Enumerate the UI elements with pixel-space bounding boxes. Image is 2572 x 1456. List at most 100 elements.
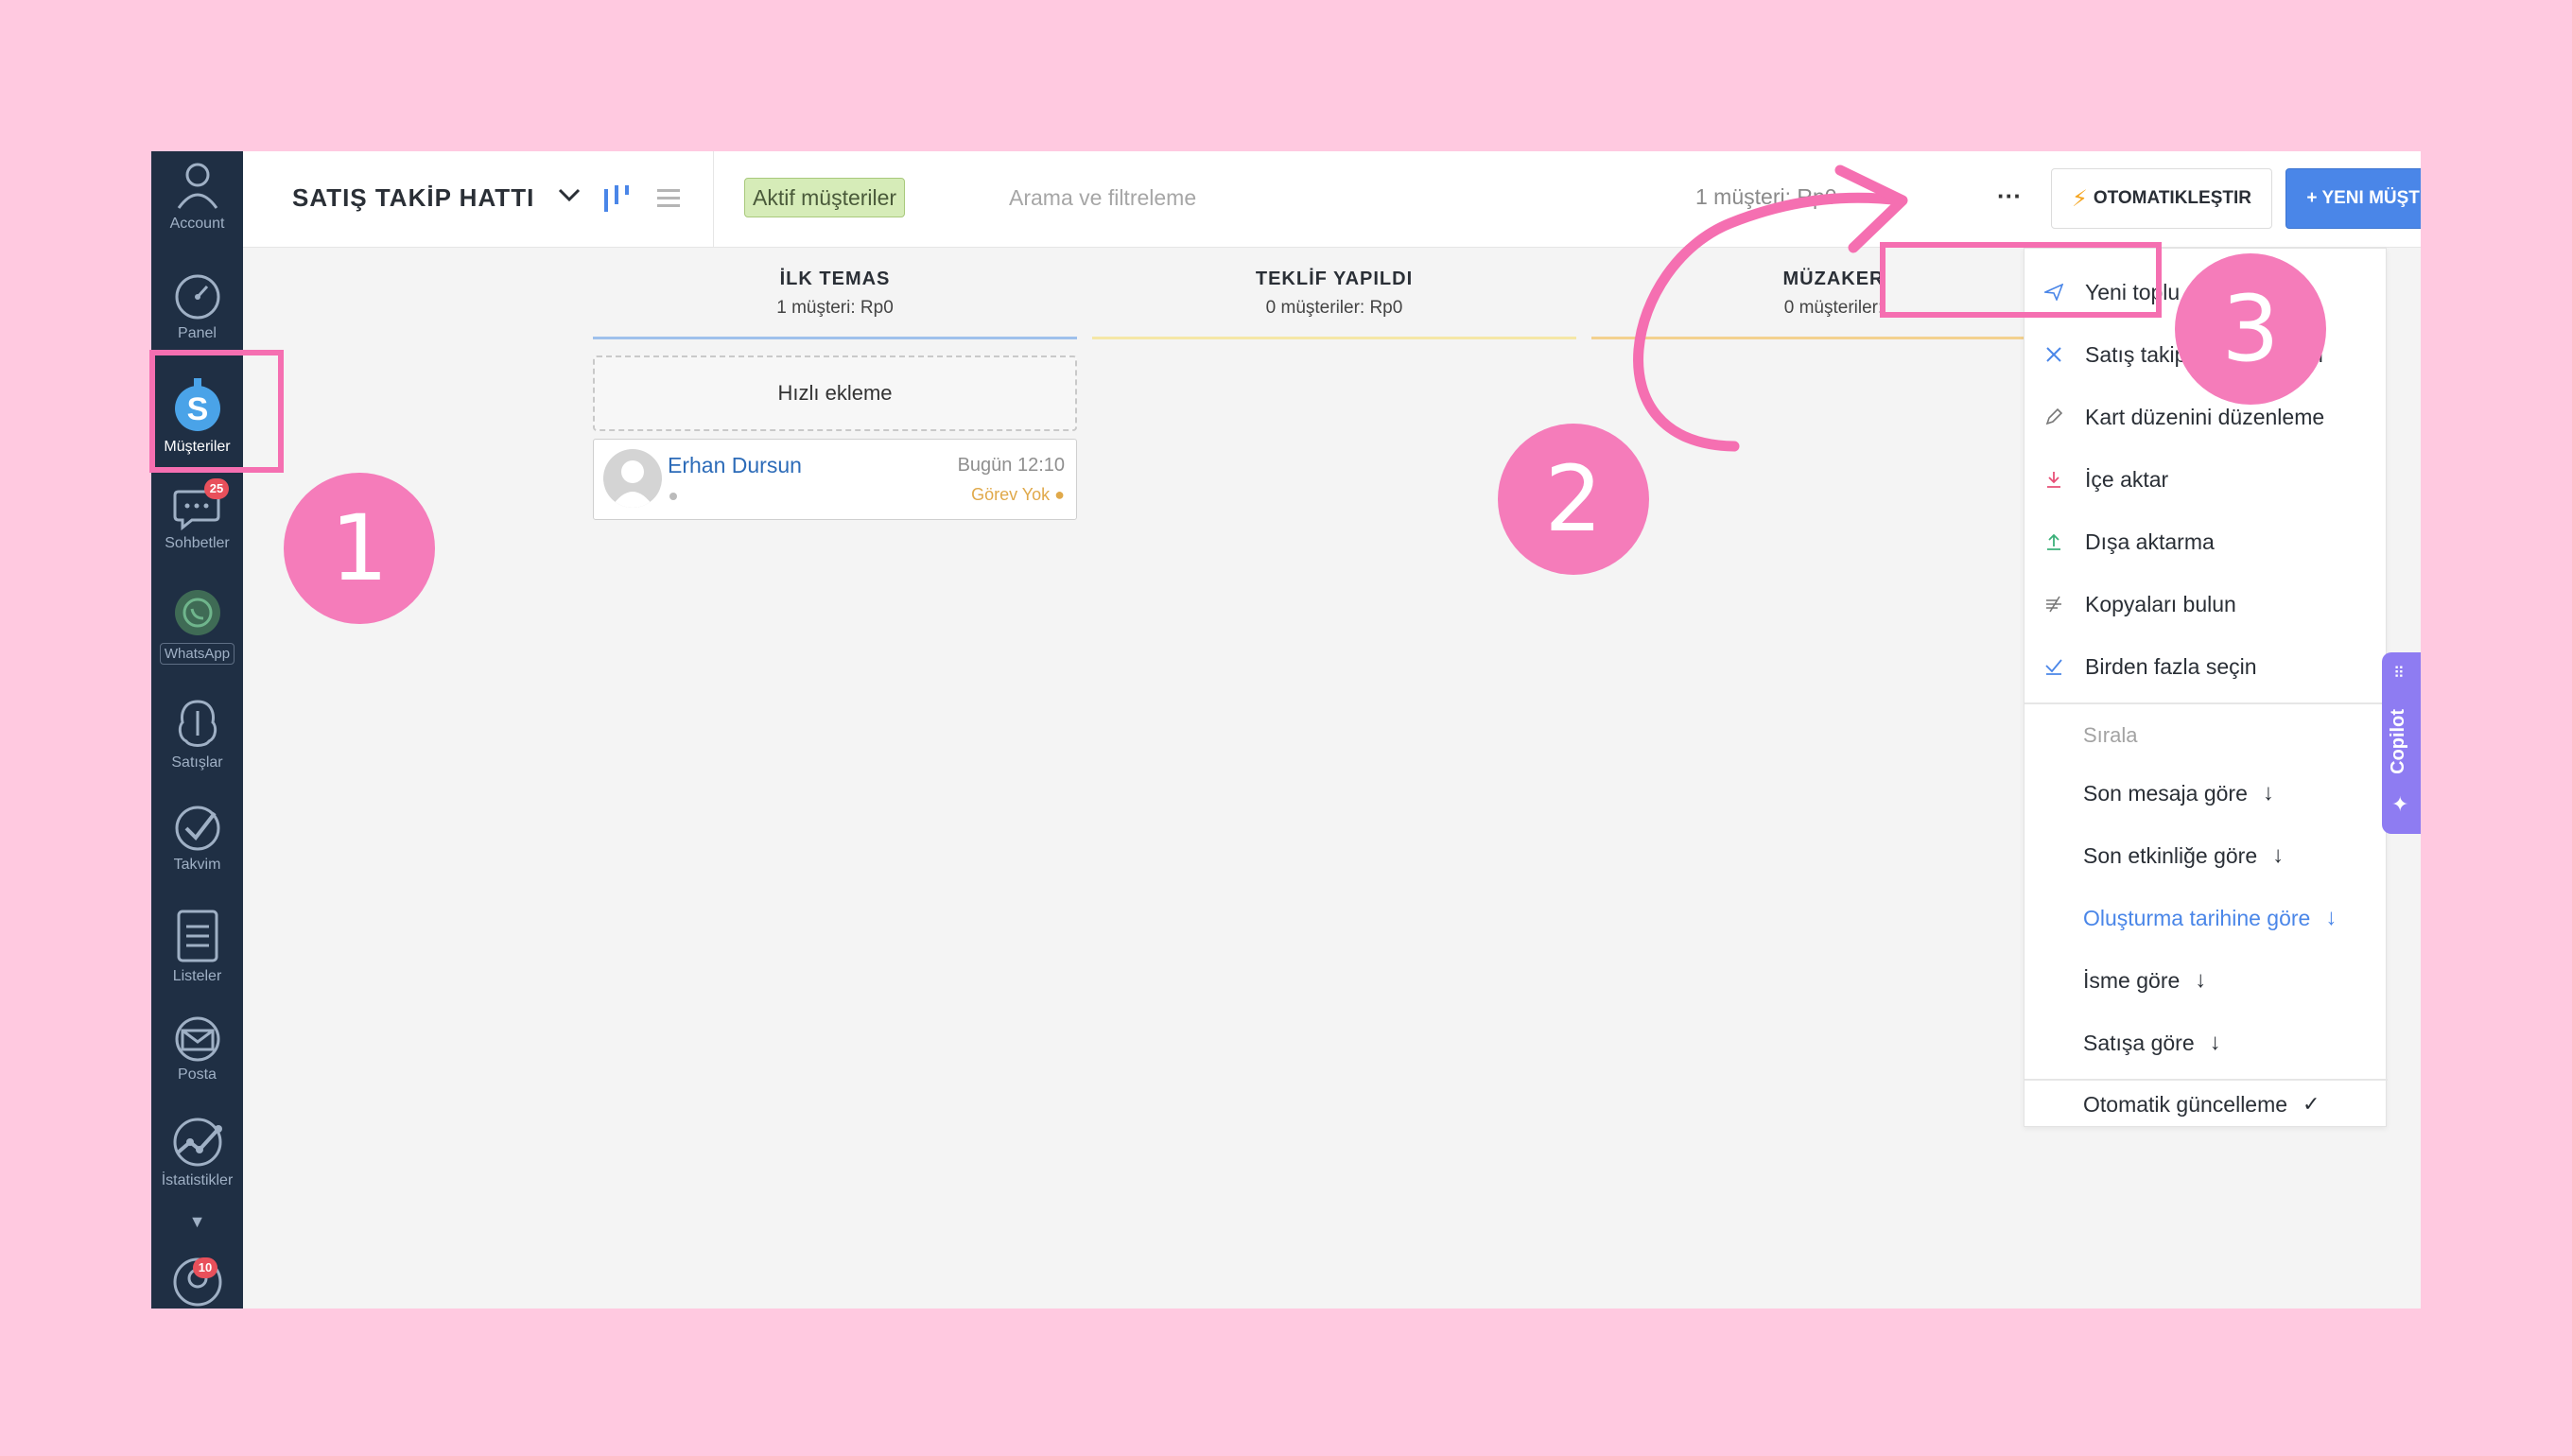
more-options-button[interactable]: ···	[1990, 180, 2028, 217]
pipeline-summary: 1 müşteri: Rp0	[1695, 184, 1837, 209]
drag-handle-icon: ⠿	[2393, 666, 2405, 682]
menu-item-find-duplicates[interactable]: Kopyaları bulun	[2025, 576, 2388, 633]
sidebar-item-label: Satışlar	[171, 754, 223, 771]
menu-item-edit-card-layout[interactable]: Kart düzenini düzenleme	[2025, 389, 2388, 445]
step-badge-2: 2	[1498, 424, 1649, 575]
arrow-down-icon: ↓	[2262, 780, 2274, 806]
customer-name[interactable]: Erhan Dursun	[668, 453, 802, 478]
menu-item-export[interactable]: Dışa aktarma	[2025, 513, 2388, 570]
menu-item-label: Kopyaları bulun	[2085, 591, 2236, 616]
sidebar-item-label: Sohbetler	[165, 535, 230, 551]
automate-label: OTOMATIKLEŞTIR	[2093, 188, 2251, 208]
highlight-box-bulk-message	[1880, 242, 2162, 318]
step-badge-3: 3	[2175, 253, 2326, 405]
column-divider	[1092, 337, 1576, 339]
chats-badge: 25	[204, 478, 229, 499]
sidebar-item-lists[interactable]: Listeler	[151, 908, 243, 985]
profile-badge: 10	[193, 1257, 217, 1278]
search-input[interactable]	[1009, 178, 1614, 217]
sidebar-item-label: Posta	[178, 1066, 217, 1083]
chevron-down-icon[interactable]	[557, 187, 582, 204]
list-view-icon[interactable]	[655, 185, 682, 212]
arrow-down-icon: ↓	[2195, 967, 2207, 993]
copilot-label: Copilot	[2388, 709, 2408, 774]
check-icon	[2025, 657, 2083, 676]
pencil-icon	[2025, 407, 2083, 426]
sidebar-item-mail[interactable]: Posta	[151, 1015, 243, 1083]
sidebar-expand-button[interactable]: ▼	[151, 1212, 243, 1232]
sidebar: Account Panel S Müşteriler 25 Sohbetler …	[151, 151, 243, 1309]
sort-by-name[interactable]: İsme göre ↓	[2025, 952, 2388, 1009]
task-status: Görev Yok ●	[971, 485, 1065, 504]
column-subtitle: 0 müşteriler: Rp0	[1265, 298, 1403, 318]
top-bar: SATIŞ TAKİP HATTI Aktif müşteriler 1 müş…	[243, 151, 2421, 248]
list-icon	[177, 910, 217, 962]
sort-by-creation-date[interactable]: Oluşturma tarihine göre ↓	[2025, 890, 2388, 946]
duplicate-icon	[2025, 595, 2083, 614]
pipeline-title[interactable]: SATIŞ TAKİP HATTI	[292, 183, 534, 213]
auto-update-toggle[interactable]: Otomatik güncelleme ✓	[2025, 1081, 2388, 1128]
statistics-icon	[173, 1118, 222, 1167]
new-customer-button[interactable]: + YENI MÜŞTERI	[2285, 168, 2421, 229]
sidebar-item-calendar[interactable]: Takvim	[151, 804, 243, 874]
sidebar-item-statistics[interactable]: İstatistikler	[151, 1116, 243, 1189]
pipeline-column-header: İLK TEMAS 1 müşteri: Rp0	[593, 269, 1077, 319]
mail-icon	[175, 1016, 219, 1062]
menu-item-label: Satışa göre	[2083, 1030, 2195, 1055]
checkmark-circle-icon	[175, 806, 219, 851]
sidebar-item-account[interactable]: Account	[151, 159, 243, 233]
menu-item-label: İsme göre	[2083, 967, 2181, 993]
quick-add-button[interactable]: Hızlı ekleme	[593, 355, 1077, 431]
active-filter-tag[interactable]: Aktif müşteriler	[744, 178, 906, 217]
chevron-down-icon: ▼	[188, 1212, 206, 1231]
sparkle-icon: ✦	[2391, 792, 2409, 816]
checkmark-icon: ✓	[2303, 1092, 2320, 1116]
automate-button[interactable]: ⚡ OTOMATIKLEŞTIR	[2051, 168, 2272, 229]
app-window: Account Panel S Müşteriler 25 Sohbetler …	[151, 151, 2421, 1309]
column-title: TEKLİF YAPILDI	[1255, 269, 1414, 289]
menu-item-label: Kart düzenini düzenleme	[2085, 404, 2325, 429]
task-status-label: Görev Yok	[971, 485, 1051, 504]
status-dot	[669, 493, 677, 500]
customer-card[interactable]: Erhan Dursun Bugün 12:10 Görev Yok ●	[593, 439, 1077, 520]
sidebar-item-whatsapp[interactable]: WhatsApp	[151, 588, 243, 665]
dashboard-icon	[175, 274, 219, 320]
sidebar-item-label: İstatistikler	[161, 1172, 234, 1188]
arrow-down-icon: ↓	[2325, 905, 2337, 930]
sidebar-profile[interactable]: 10	[151, 1254, 243, 1309]
highlight-box-customers	[149, 350, 284, 473]
arrow-down-icon: ↓	[2209, 1030, 2221, 1055]
menu-item-label: Son mesaja göre	[2083, 780, 2248, 806]
sort-header: Sırala	[2083, 723, 2138, 747]
menu-item-label: Birden fazla seçin	[2085, 653, 2257, 679]
settings-icon	[2025, 345, 2083, 364]
board-view-icon[interactable]	[602, 183, 631, 214]
whatsapp-icon	[174, 590, 220, 635]
sidebar-item-label: Panel	[178, 325, 217, 341]
menu-item-label: Son etkinliğe göre	[2083, 842, 2258, 868]
column-title: İLK TEMAS	[779, 269, 891, 289]
menu-item-label: Otomatik güncelleme	[2083, 1091, 2288, 1117]
sidebar-item-chats[interactable]: 25 Sohbetler	[151, 478, 243, 552]
account-icon	[177, 163, 217, 209]
sort-by-last-message[interactable]: Son mesaja göre ↓	[2025, 765, 2388, 822]
menu-divider	[2025, 702, 2388, 704]
customer-date: Bugün 12:10	[957, 455, 1065, 476]
sidebar-item-panel[interactable]: Panel	[151, 272, 243, 342]
column-divider	[1591, 337, 2076, 339]
menu-item-select-multiple[interactable]: Birden fazla seçin	[2025, 638, 2388, 695]
sort-by-last-activity[interactable]: Son etkinliğe göre ↓	[2025, 827, 2388, 884]
menu-item-import[interactable]: İçe aktar	[2025, 451, 2388, 508]
download-icon	[2025, 470, 2083, 489]
copilot-tab[interactable]: ⠿ Copilot ✦	[2382, 652, 2421, 834]
sort-by-sales[interactable]: Satışa göre ↓	[2025, 1014, 2388, 1071]
menu-item-label: Oluşturma tarihine göre	[2083, 905, 2311, 930]
sidebar-item-label: Listeler	[172, 968, 222, 984]
sidebar-item-label: WhatsApp	[159, 643, 235, 665]
upload-icon	[2025, 532, 2083, 551]
sidebar-item-label: Takvim	[173, 857, 221, 873]
sidebar-item-sales[interactable]: Satışlar	[151, 698, 243, 771]
menu-item-label: Dışa aktarma	[2085, 529, 2215, 554]
sales-icon	[178, 700, 217, 747]
lightning-icon: ⚡	[2072, 185, 2088, 212]
